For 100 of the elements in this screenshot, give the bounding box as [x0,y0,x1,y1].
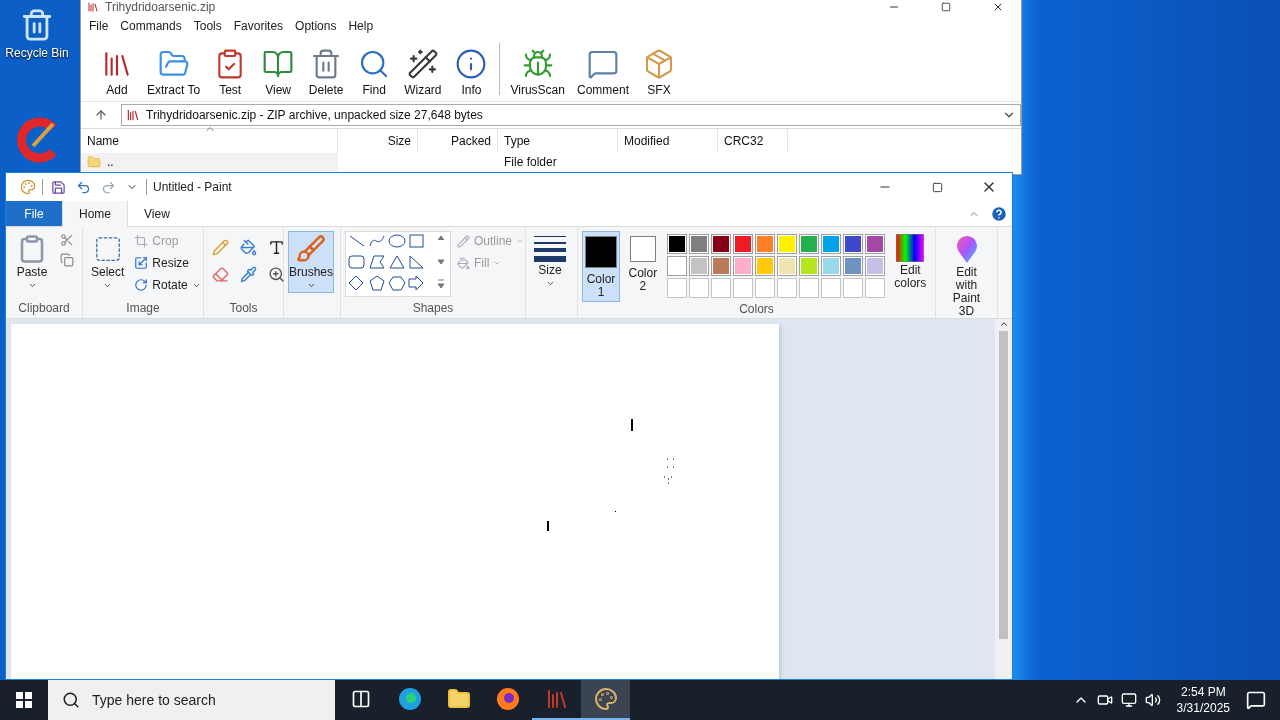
close-icon [992,1,1004,13]
clock[interactable]: 2:54 PM 3/31/2025 [1176,684,1230,716]
help-icon[interactable] [990,204,1008,223]
save-icon [51,179,66,195]
time-text: 2:54 PM [1180,684,1226,700]
box-icon [643,48,675,80]
size-button[interactable]: Size [530,231,570,291]
color-swatch[interactable] [755,257,774,275]
rotate-icon [134,278,149,292]
paste-button[interactable]: Paste [10,231,54,293]
table-cell-text: File folder [503,154,558,171]
scissors-icon [60,233,74,247]
palette-icon [593,687,618,711]
caret-icon [306,281,316,290]
menu-item[interactable]: Favorites [227,17,290,35]
menu-item[interactable]: Options [289,17,343,35]
select-button[interactable]: Select [87,231,129,293]
paint-3d-button[interactable]: Edit with Paint 3D [940,231,993,321]
toolbar-button[interactable]: Test [206,48,255,101]
date-text: 3/31/2025 [1176,700,1230,716]
scrollbar[interactable] [995,319,1012,679]
color-swatch[interactable] [689,257,708,275]
magnifier-icon [268,266,285,283]
color-swatch[interactable] [865,235,884,253]
ribbon-tab[interactable]: Home [62,201,128,227]
taskbar-app-button[interactable] [581,680,630,720]
search-icon [62,691,80,709]
color-slot-button[interactable]: Color 1 [582,231,620,302]
color-swatch[interactable] [865,257,884,275]
caret-icon [545,279,555,288]
menu-item[interactable]: Commands [114,17,188,35]
caret-icon [516,237,525,245]
color-swatch[interactable] [777,257,796,275]
image-command-button[interactable]: Resize [132,253,203,273]
image-command-button[interactable]: Rotate [132,275,203,295]
color-swatch[interactable] [843,235,862,253]
menu-item[interactable]: File [83,17,115,35]
wand-icon [406,48,439,80]
browser-icon [397,687,422,711]
windows-logo-icon [16,692,32,708]
toolbar-button[interactable]: View [254,48,303,101]
info-icon [455,48,488,80]
shape-gallery[interactable] [345,231,451,297]
group-label: Clipboard [17,301,71,317]
color-swatch[interactable] [821,257,840,275]
color-swatch[interactable] [667,257,686,275]
archive-icon [126,108,140,122]
menu-item[interactable]: Tools [187,17,228,35]
text-icon [268,239,285,256]
toolbar-button[interactable]: Find [350,48,399,101]
color-swatch[interactable] [755,235,774,253]
menu-item[interactable]: Help [342,17,380,35]
maximize-icon [941,2,951,12]
camera-icon[interactable] [1096,692,1113,708]
paint-app-icon [20,179,36,195]
toolbar-button[interactable]: Wizard [398,48,448,101]
folder-icon [87,155,101,169]
toolbar-button[interactable]: Delete [302,48,351,101]
search-field[interactable]: Type here to search [48,680,335,720]
desktop-icon-label: Recycle Bin [5,46,69,60]
color-swatch[interactable] [821,235,840,253]
path-field[interactable]: Trihydridoarsenic.zip - ZIP archive, unpacked size 27,648 bytes [121,104,1021,126]
toolbar-button[interactable]: Extract To [141,48,207,101]
speech-bubble-icon [586,48,619,80]
color-swatch[interactable] [843,257,862,275]
color-swatch[interactable] [711,257,730,275]
notifications-icon[interactable] [1246,690,1266,710]
toolbar-button[interactable]: Info [447,48,496,101]
window-title: Untitled - Paint [153,180,233,194]
color-swatch[interactable] [667,235,686,253]
window-title: Trihydridoarsenic.zip [105,0,217,14]
brush-icon [296,234,326,264]
color-swatch[interactable] [777,235,796,253]
color-slot-button[interactable]: Color 2 [624,231,662,296]
toolbar-button[interactable]: VirusScan [504,48,571,101]
file-menu-button[interactable]: File [6,201,62,226]
toolbar-button[interactable]: Add [93,48,141,101]
color-swatch[interactable] [733,257,752,275]
color-swatch[interactable] [689,235,708,253]
resize-icon [134,256,149,270]
recycle-bin-icon[interactable] [20,8,54,42]
copy-button[interactable] [58,251,76,269]
volume-icon[interactable] [1144,692,1161,708]
pencil-icon [212,239,229,256]
color-swatch[interactable] [733,235,752,253]
toolbar-button[interactable]: Comment [570,48,635,101]
toolbar-button[interactable]: SFX [635,48,683,101]
network-icon[interactable] [1120,692,1137,708]
brushes-button[interactable]: Brushes [288,231,334,293]
folder-icon [446,687,471,711]
group-label: Colors [738,302,775,318]
color-swatch[interactable] [711,235,730,253]
spectrum-icon [896,234,925,262]
edit-colors-button[interactable]: Edit colors [889,231,931,293]
color-swatch[interactable] [799,257,818,275]
eyedropper-icon [240,266,257,283]
copy-icon [60,253,74,267]
caret-icon [493,259,502,267]
group-label: Tools [228,301,259,317]
color-swatch[interactable] [799,235,818,253]
